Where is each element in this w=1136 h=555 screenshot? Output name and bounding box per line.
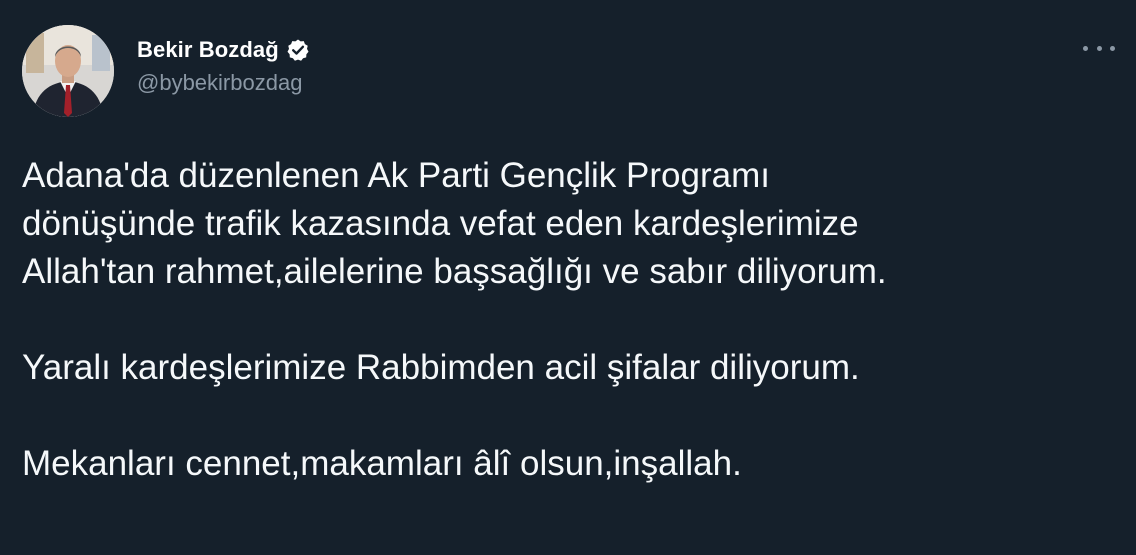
paragraph-break bbox=[22, 296, 1122, 344]
tweet-line: Adana'da düzenlenen Ak Parti Gençlik Pro… bbox=[22, 156, 770, 195]
name-row: Bekir Bozdağ bbox=[137, 34, 310, 66]
tweet-line: dönüşünde trafik kazasında vefat eden ka… bbox=[22, 204, 859, 243]
tweet-header: Bekir Bozdağ @bybekirbozdag bbox=[137, 34, 310, 96]
display-name[interactable]: Bekir Bozdağ bbox=[137, 37, 279, 63]
dot bbox=[1110, 45, 1115, 51]
tweet-line: Allah'tan rahmet,ailelerine başsağlığı v… bbox=[22, 252, 887, 291]
tweet-line: Mekanları cennet,makamları âlî olsun,inş… bbox=[22, 444, 742, 483]
avatar[interactable] bbox=[22, 25, 114, 117]
user-handle[interactable]: @bybekirbozdag bbox=[137, 70, 310, 96]
dot bbox=[1096, 45, 1102, 51]
more-options-icon[interactable] bbox=[1083, 36, 1115, 60]
tweet-card: Bekir Bozdağ @bybekirbozdag Adana'da düz… bbox=[0, 0, 1136, 555]
dot bbox=[1083, 45, 1088, 51]
profile-photo-icon bbox=[22, 25, 114, 117]
paragraph-break bbox=[22, 392, 1122, 440]
tweet-text: Adana'da düzenlenen Ak Parti Gençlik Pro… bbox=[22, 152, 1122, 488]
tweet-line: Yaralı kardeşlerimize Rabbimden acil şif… bbox=[22, 348, 860, 387]
verified-badge-icon bbox=[286, 38, 310, 62]
